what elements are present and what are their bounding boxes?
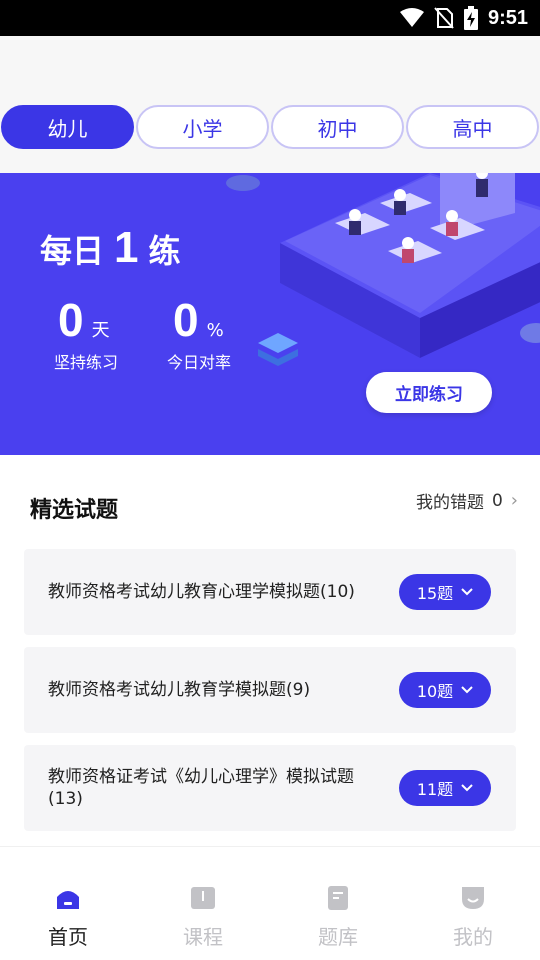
tab-junior-high[interactable]: 初中 [271, 105, 404, 149]
question-bank-icon [325, 885, 351, 911]
chevron-down-icon [461, 686, 473, 694]
featured-section-title: 精选试题 [30, 498, 119, 523]
tab-primary[interactable]: 小学 [136, 105, 269, 149]
question-count-label: 10题 [416, 682, 454, 701]
bottom-navigation: 首页 课程 题库 我的 [0, 846, 540, 960]
streak-label: 坚持练习 [54, 353, 119, 372]
question-count-dropdown[interactable]: 15题 [399, 574, 491, 610]
banner-title-suffix: 练 [148, 232, 181, 270]
status-bar: 9:51 [0, 0, 540, 36]
nav-question-bank-label: 题库 [318, 925, 358, 949]
question-count-dropdown[interactable]: 10题 [399, 672, 491, 708]
question-set-card[interactable]: 教师资格证考试《幼儿心理学》模拟试题(13) 11题 [24, 745, 516, 831]
status-time: 9:51 [487, 6, 528, 29]
daily-practice-banner: 每日 1 练 0天 坚持练习 0% 今日对率 立即练习 [0, 173, 540, 455]
accuracy-value: 0 [173, 294, 199, 346]
question-count-label: 15题 [416, 584, 454, 603]
question-set-title: 教师资格考试幼儿教育学模拟题(9) [48, 680, 311, 700]
profile-icon [460, 885, 486, 911]
wrong-questions-label: 我的错题 [415, 493, 484, 513]
banner-title-number: 1 [114, 223, 139, 272]
nav-home-label: 首页 [48, 925, 88, 949]
level-tabs: 幼儿 小学 初中 高中 [0, 105, 540, 151]
accuracy-unit: % [206, 320, 224, 341]
chevron-down-icon [461, 588, 473, 596]
wifi-icon [399, 8, 424, 27]
streak-value: 0 [58, 294, 84, 346]
accuracy-stat: 0% 今日对率 [167, 293, 231, 373]
wrong-questions-count: 0 [491, 490, 503, 511]
banner-title-prefix: 每日 [40, 232, 105, 270]
nav-profile[interactable]: 我的 [423, 885, 523, 950]
question-set-title: 教师资格证考试《幼儿心理学》模拟试题(13) [48, 767, 354, 809]
tab-senior-high[interactable]: 高中 [406, 105, 539, 149]
question-count-dropdown[interactable]: 11题 [399, 770, 491, 806]
nav-profile-label: 我的 [453, 925, 493, 949]
home-icon [55, 885, 81, 911]
tab-kindergarten[interactable]: 幼儿 [1, 105, 134, 149]
nav-courses-label: 课程 [183, 925, 223, 949]
chevron-down-icon [461, 784, 473, 792]
book-icon [190, 885, 216, 911]
nav-question-bank[interactable]: 题库 [288, 885, 388, 950]
wrong-questions-link[interactable]: 我的错题 0 › [416, 488, 518, 513]
status-icons: 9:51 [399, 0, 528, 36]
question-set-card[interactable]: 教师资格考试幼儿教育学模拟题(9) 10题 [24, 647, 516, 733]
accuracy-label: 今日对率 [167, 353, 232, 372]
nav-home[interactable]: 首页 [18, 885, 118, 950]
question-set-title: 教师资格考试幼儿教育心理学模拟题(10) [48, 582, 355, 602]
no-sim-icon [434, 7, 454, 29]
question-set-card[interactable]: 教师资格考试幼儿教育心理学模拟题(10) 15题 [24, 549, 516, 635]
chevron-right-icon: › [510, 490, 518, 511]
nav-courses[interactable]: 课程 [153, 885, 253, 950]
streak-stat: 0天 坚持练习 [54, 293, 118, 373]
banner-title: 每日 1 练 [40, 223, 181, 273]
start-practice-button[interactable]: 立即练习 [366, 372, 492, 413]
streak-unit: 天 [91, 320, 110, 341]
question-count-label: 11题 [416, 780, 454, 799]
battery-charging-icon [463, 6, 478, 30]
